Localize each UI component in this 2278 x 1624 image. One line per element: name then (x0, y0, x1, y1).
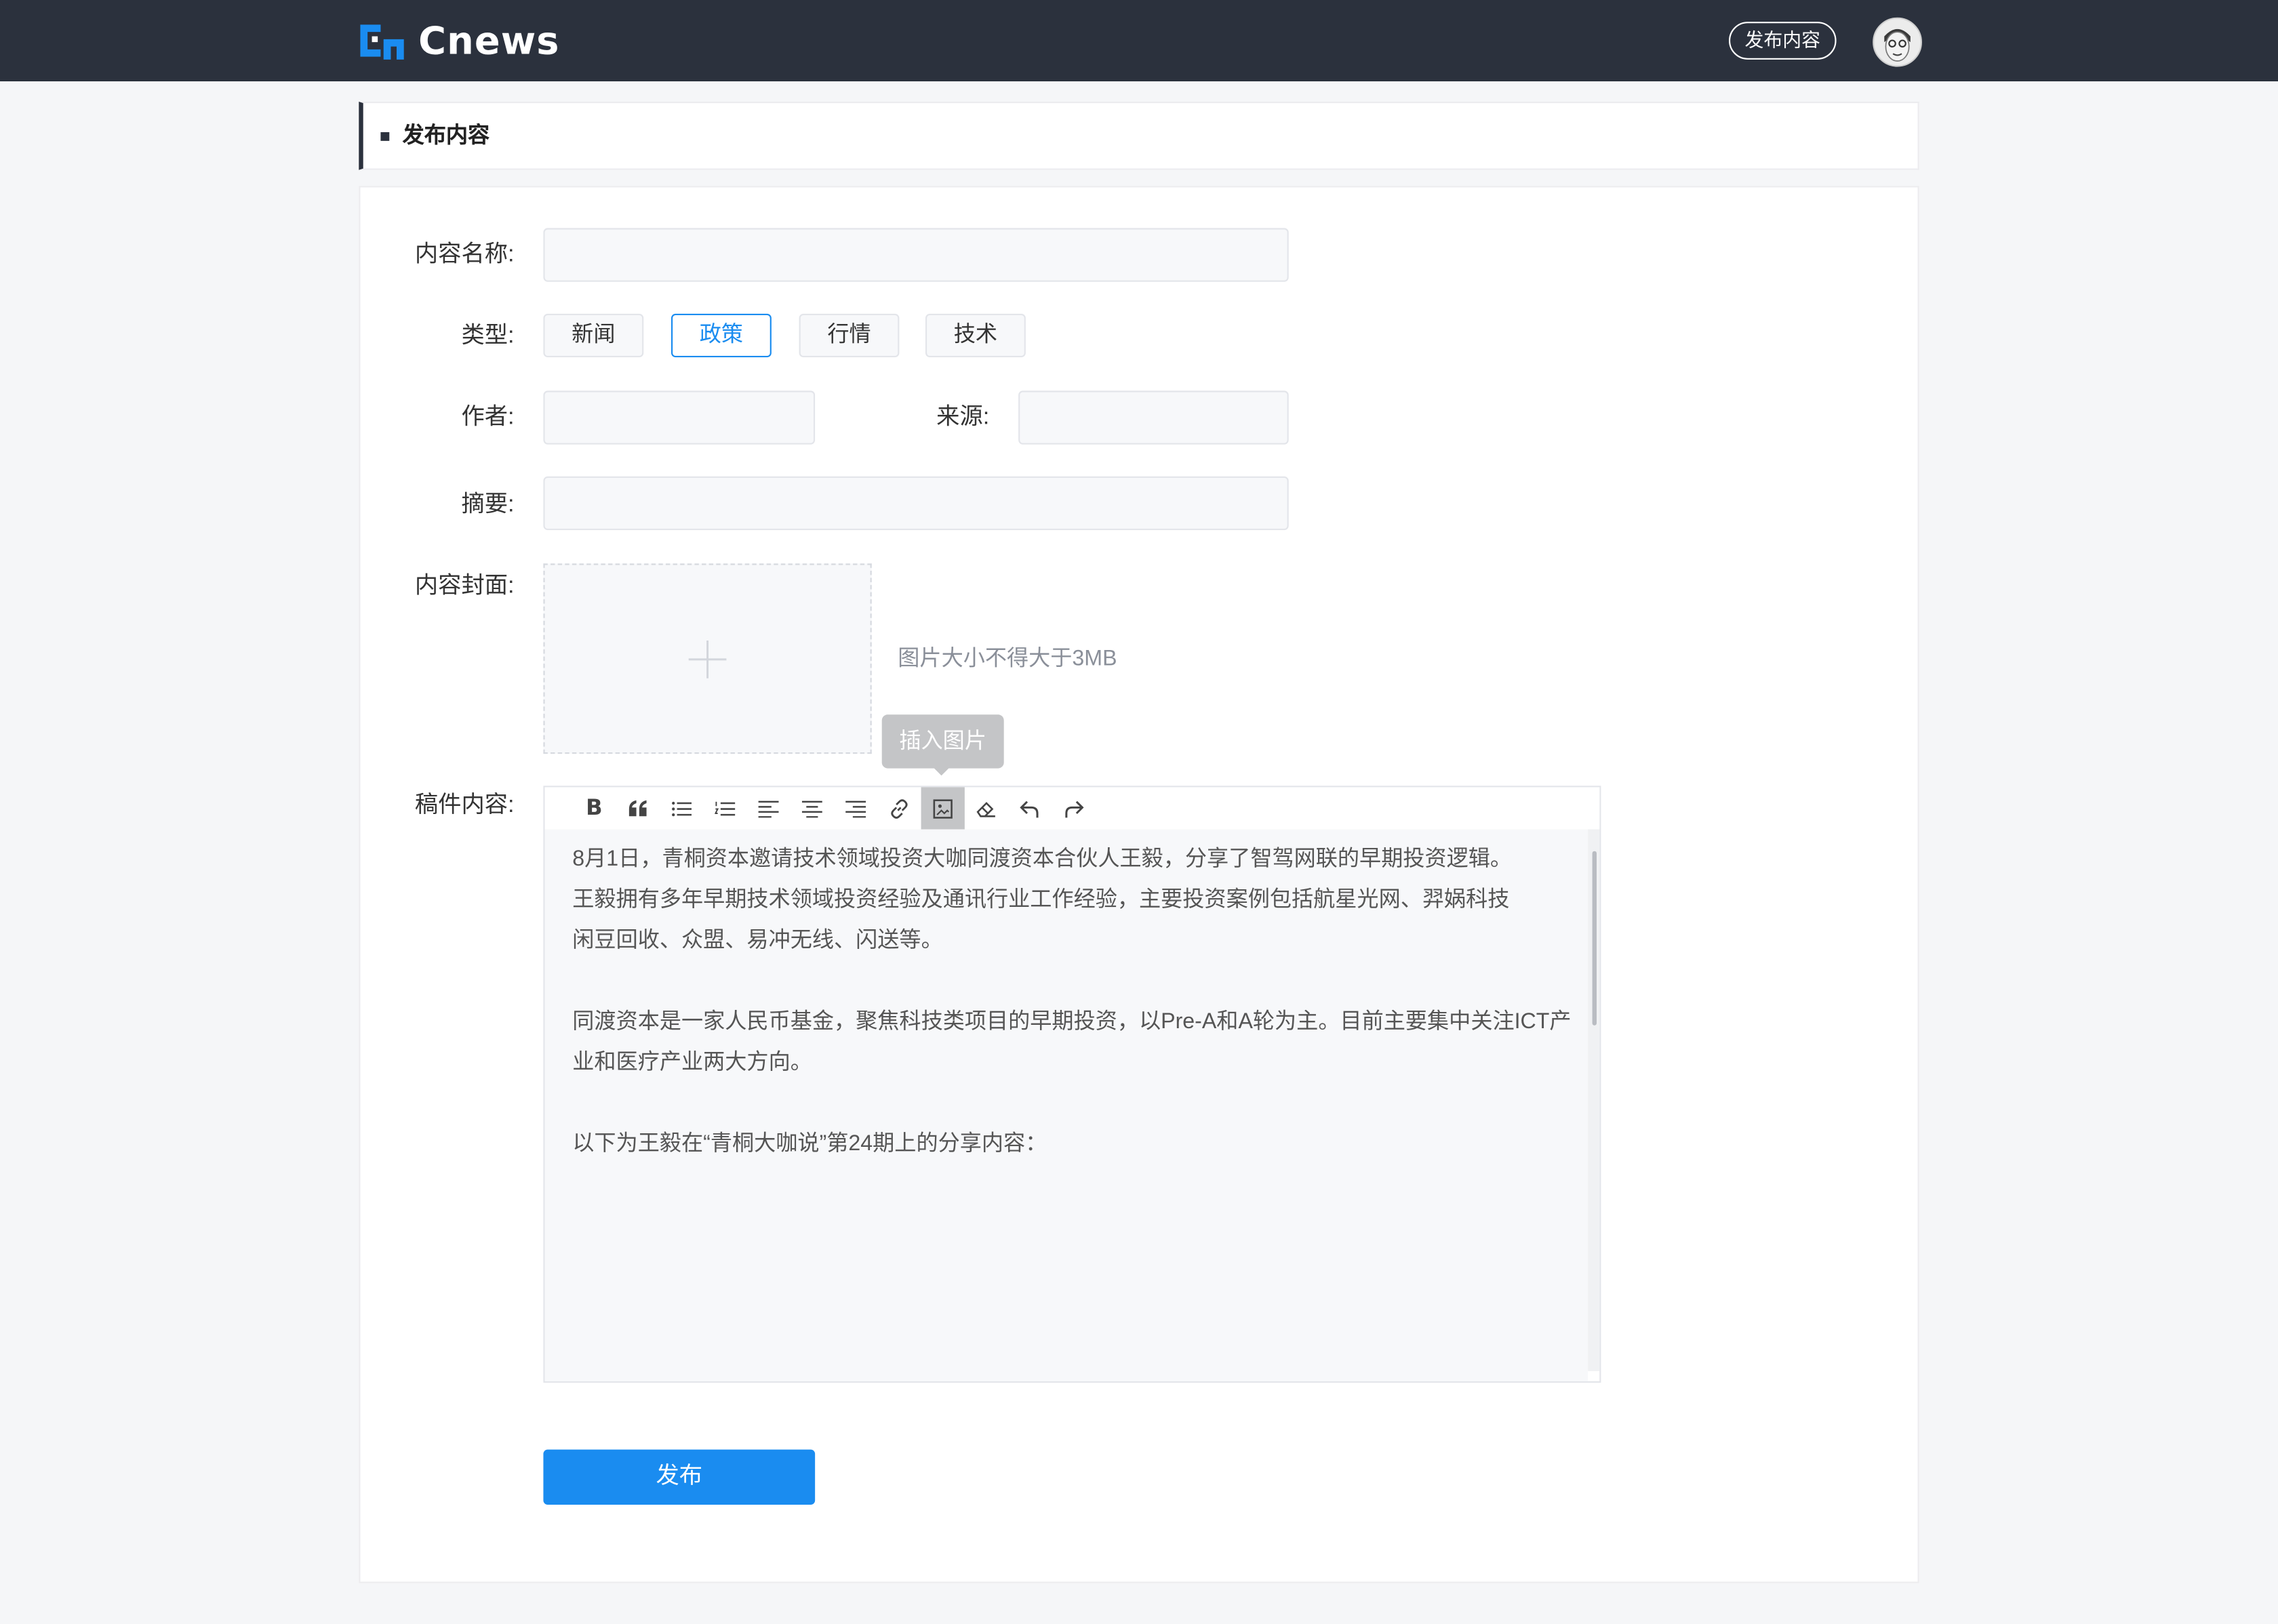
align-left-button[interactable] (746, 787, 790, 829)
type-option-market[interactable]: 行情 (799, 313, 900, 358)
source-label: 来源: (936, 405, 990, 430)
title-bullet-icon (380, 132, 390, 141)
type-label: 类型: (461, 323, 515, 349)
summary-input[interactable] (543, 476, 1289, 531)
cover-upload-box[interactable] (543, 563, 872, 754)
tooltip-arrow (932, 767, 951, 776)
summary-label: 摘要: (461, 492, 515, 517)
align-right-button[interactable] (834, 787, 877, 829)
bullet-list-button[interactable] (660, 787, 703, 829)
link-icon (891, 799, 908, 819)
insert-image-tooltip: 插入图片 (881, 714, 1004, 769)
clear-format-button[interactable] (965, 787, 1008, 829)
editor-paragraph: 同渡资本是一家人民币基金，聚焦科技类项目的早期投资，以Pre-A和A轮为主。目前… (572, 1009, 1572, 1034)
bullet-list-icon (672, 801, 692, 817)
insert-image-button[interactable] (921, 787, 965, 830)
cover-size-hint: 图片大小不得大于3MB (898, 646, 1117, 671)
publish-button[interactable]: 发布 (543, 1449, 816, 1505)
type-option-news[interactable]: 新闻 (543, 313, 644, 358)
author-input[interactable] (543, 390, 816, 445)
align-right-icon (845, 800, 866, 818)
quote-icon (628, 800, 647, 817)
logo-icon (360, 24, 404, 60)
redo-icon (1065, 800, 1084, 818)
link-button[interactable] (877, 787, 921, 829)
editor-paragraph: 以下为王毅在“青桐大咖说”第24期上的分享内容： (572, 1131, 1047, 1156)
top-navbar (0, 0, 2278, 81)
eraser-icon (976, 802, 995, 817)
quote-button[interactable] (616, 787, 660, 829)
editor-paragraph: 闲豆回收、众盟、易冲无线、闪送等。 (572, 928, 943, 953)
bold-icon: B (586, 794, 603, 821)
plus-icon (688, 640, 727, 678)
numbered-list-icon (714, 801, 736, 816)
cover-label: 内容封面: (414, 573, 515, 598)
editor-paragraph: 王毅拥有多年早期技术领域投资经验及通讯行业工作经验，主要投资案例包括航星光网、羿… (572, 887, 1510, 912)
numbered-list-button[interactable] (703, 787, 746, 829)
author-label: 作者: (461, 405, 515, 430)
bold-button[interactable]: B (572, 787, 616, 829)
undo-icon (1020, 800, 1039, 818)
avatar-face-icon (1874, 18, 1921, 66)
content-label: 稿件内容: (414, 793, 515, 818)
logo[interactable]: Cnews (357, 20, 559, 64)
type-option-policy[interactable]: 政策 (671, 313, 772, 358)
editor-paragraph: 8月1日，青桐资本邀请技术领域投资大咖同渡资本合伙人王毅，分享了智驾网联的早期投… (572, 847, 1513, 872)
content-title-input[interactable] (543, 228, 1289, 282)
editor-paragraph: 业和医疗产业两大方向。 (572, 1050, 812, 1075)
align-center-icon (801, 800, 822, 818)
image-icon (933, 799, 953, 819)
editor-scrollbar-thumb[interactable] (1592, 851, 1597, 1026)
redo-button[interactable] (1052, 787, 1095, 829)
avatar[interactable] (1873, 17, 1922, 67)
undo-button[interactable] (1008, 787, 1052, 829)
publish-content-link[interactable]: 发布内容 (1729, 22, 1837, 60)
align-center-button[interactable] (791, 787, 834, 829)
logo-text: Cnews (418, 20, 560, 64)
source-input[interactable] (1018, 390, 1289, 445)
page-title: 发布内容 (402, 123, 490, 148)
type-option-tech[interactable]: 技术 (925, 313, 1026, 358)
page-title-bar (359, 102, 1919, 170)
content-title-label: 内容名称: (414, 242, 515, 268)
align-left-icon (758, 800, 779, 818)
